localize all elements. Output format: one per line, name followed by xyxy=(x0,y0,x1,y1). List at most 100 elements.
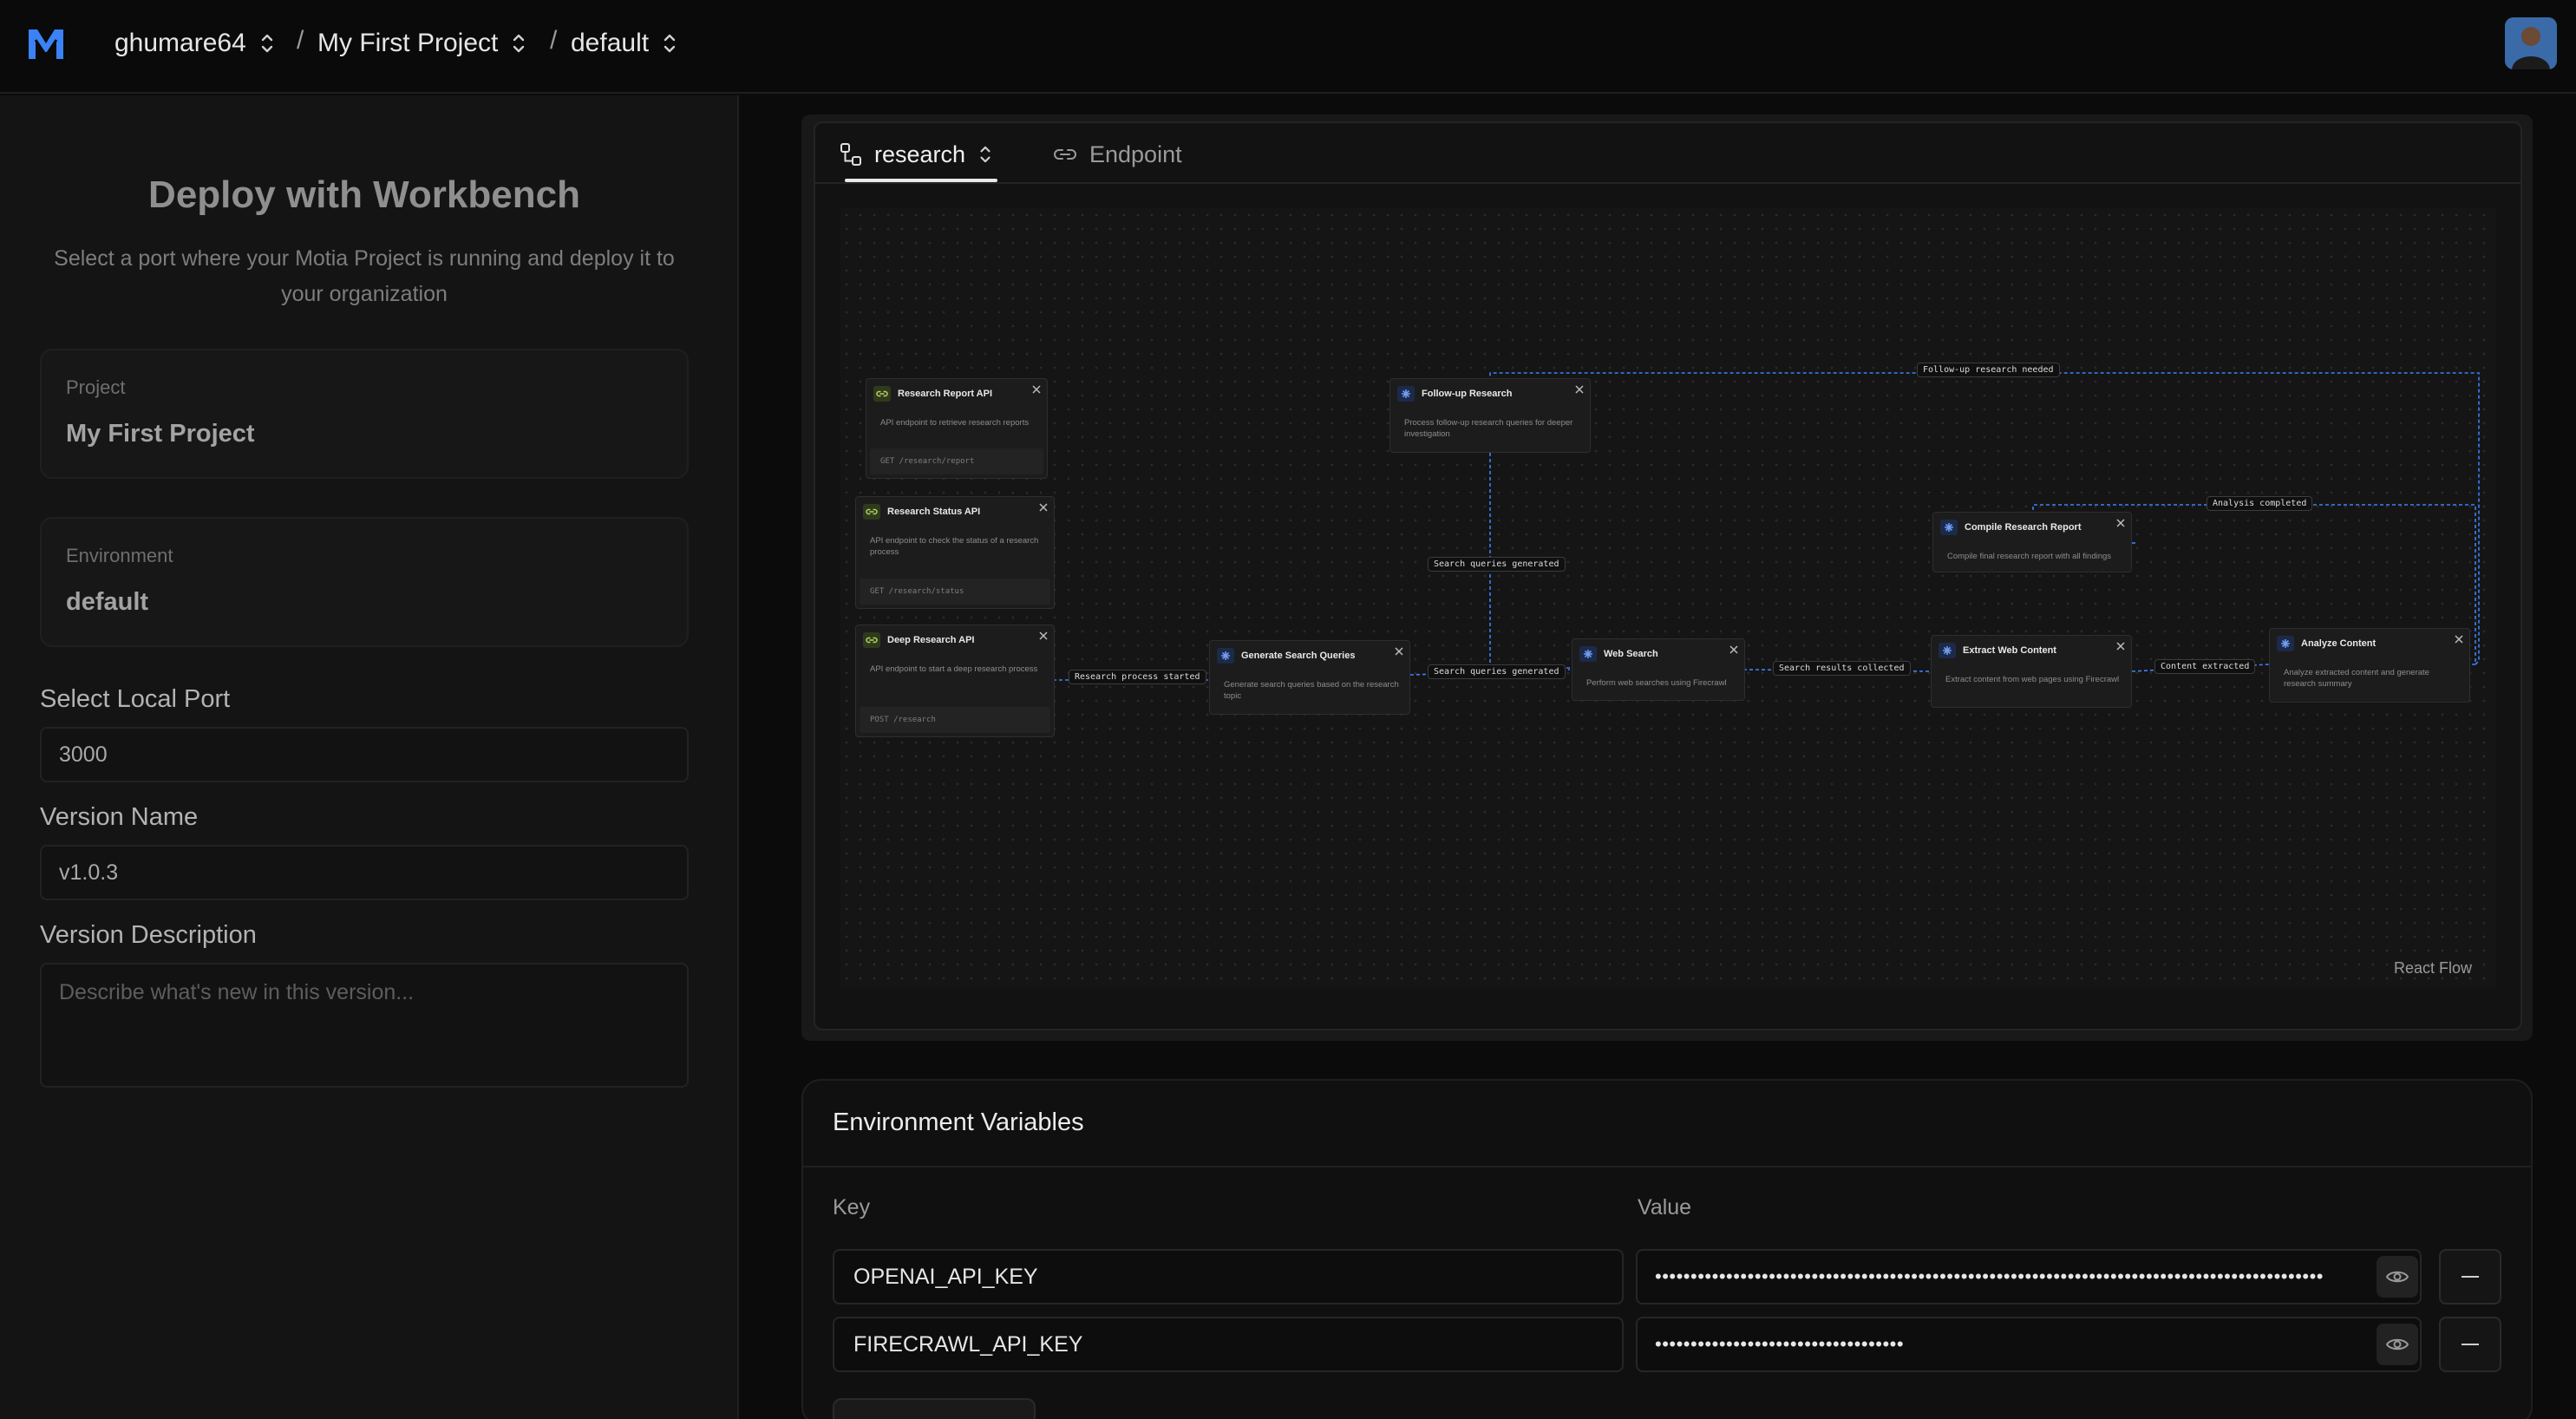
org-name: ghumare64 xyxy=(114,29,246,57)
env-key-input[interactable]: FIRECRAWL_API_KEY xyxy=(833,1317,1624,1372)
node-title: Research Report API xyxy=(898,389,993,399)
api-link-icon xyxy=(863,504,880,520)
node-header: Web Search xyxy=(1579,646,1658,662)
node-title: Analyze Content xyxy=(2301,638,2377,649)
env-vars-divider xyxy=(803,1166,2531,1167)
workflow-icon xyxy=(840,143,861,166)
node-title: Extract Web Content xyxy=(1963,645,2056,656)
tab-endpoint-label: Endpoint xyxy=(1089,141,1182,167)
collapse-icon[interactable] xyxy=(1729,644,1739,655)
project-card-label: Project xyxy=(66,376,126,398)
collapse-icon[interactable] xyxy=(1574,384,1585,395)
node-header: Generate Search Queries xyxy=(1217,648,1355,664)
node-title: Deep Research API xyxy=(887,635,975,645)
collapse-icon[interactable] xyxy=(1038,502,1049,513)
collapse-icon[interactable] xyxy=(1038,631,1049,641)
collapse-icon[interactable] xyxy=(1394,646,1404,657)
edge-label-results-collected: Search results collected xyxy=(1773,661,1911,676)
top-bar: ghumare64 / My First Project / default xyxy=(0,0,2576,94)
node-description: API endpoint to retrieve research report… xyxy=(880,418,1030,428)
user-avatar[interactable] xyxy=(2505,17,2557,69)
active-tab-indicator xyxy=(845,179,997,182)
environment-card-value: default xyxy=(66,588,149,616)
chevron-up-down-icon xyxy=(664,34,676,53)
node-title: Follow-up Research xyxy=(1422,389,1513,399)
env-value-input[interactable]: ••••••••••••••••••••••••••••••••••••••••… xyxy=(1636,1249,2422,1305)
version-description-label: Version Description xyxy=(40,921,257,949)
react-flow-attribution[interactable]: React Flow xyxy=(2394,959,2472,978)
edge-label-content-extracted: Content extracted xyxy=(2154,659,2256,674)
node-followup-research[interactable]: Follow-up Research Process follow-up res… xyxy=(1389,378,1591,453)
node-web-search[interactable]: Web Search Perform web searches using Fi… xyxy=(1572,638,1745,701)
eye-icon xyxy=(2386,1271,2409,1283)
node-analyze-content[interactable]: Analyze Content Analyze extracted conten… xyxy=(2269,628,2470,703)
eye-icon xyxy=(2386,1338,2409,1350)
avatar-image xyxy=(2505,17,2557,69)
node-research-status-api[interactable]: Research Status API API endpoint to chec… xyxy=(855,496,1055,609)
environment-selector[interactable]: default xyxy=(571,24,678,62)
collapse-icon[interactable] xyxy=(2115,518,2126,528)
event-icon xyxy=(1940,520,1958,535)
tab-research[interactable]: research xyxy=(840,137,993,172)
environment-card: Environment default xyxy=(40,517,689,647)
node-deep-research-api[interactable]: Deep Research API API endpoint to start … xyxy=(855,624,1055,737)
remove-variable-button[interactable] xyxy=(2439,1249,2501,1305)
tab-research-label: research xyxy=(874,141,966,167)
project-card-value: My First Project xyxy=(66,420,255,448)
edge-label-queries-generated: Search queries generated xyxy=(1428,557,1566,572)
tab-endpoint[interactable]: Endpoint xyxy=(1053,137,1182,172)
node-header: Research Status API xyxy=(863,504,980,520)
org-selector[interactable]: ghumare64 xyxy=(114,24,276,62)
project-selector[interactable]: My First Project xyxy=(317,24,527,62)
value-column-header: Value xyxy=(1638,1195,1692,1220)
project-card: Project My First Project xyxy=(40,349,689,479)
motia-logo-icon[interactable] xyxy=(26,26,66,62)
node-description: Generate search queries based on the res… xyxy=(1224,680,1399,701)
event-icon xyxy=(1397,386,1415,402)
collapse-icon[interactable] xyxy=(2454,634,2464,644)
node-compile-research-report[interactable]: Compile Research Report Compile final re… xyxy=(1932,512,2132,572)
api-link-icon xyxy=(873,386,891,402)
api-link-icon xyxy=(863,632,880,648)
event-icon xyxy=(1217,648,1234,664)
version-name-input[interactable]: v1.0.3 xyxy=(40,845,689,900)
link-icon xyxy=(1054,149,1076,160)
node-header: Extract Web Content xyxy=(1939,643,2056,658)
env-value-input[interactable]: ••••••••••••••••••••••••••••••••••• xyxy=(1636,1317,2422,1372)
event-icon xyxy=(1939,643,1956,658)
key-column-header: Key xyxy=(833,1195,871,1220)
minus-icon xyxy=(2462,1276,2479,1278)
edge-label-queries-generated: Search queries generated xyxy=(1428,664,1566,679)
env-key-input[interactable]: OPENAI_API_KEY xyxy=(833,1249,1624,1305)
edge-label-process-started: Research process started xyxy=(1069,670,1206,684)
event-icon xyxy=(1579,646,1597,662)
port-input[interactable]: 3000 xyxy=(40,727,689,782)
node-description: Analyze extracted content and generate r… xyxy=(2284,668,2429,689)
node-generate-search-queries[interactable]: Generate Search Queries Generate search … xyxy=(1209,640,1410,715)
add-variable-button[interactable] xyxy=(833,1398,1036,1419)
collapse-icon[interactable] xyxy=(1031,384,1042,395)
env-vars-title: Environment Variables xyxy=(833,1108,1084,1136)
collapse-icon[interactable] xyxy=(2115,641,2126,651)
toggle-visibility-button[interactable] xyxy=(2377,1324,2418,1365)
node-research-report-api[interactable]: Research Report API API endpoint to retr… xyxy=(866,378,1048,479)
node-extract-web-content[interactable]: Extract Web Content Extract content from… xyxy=(1931,635,2132,708)
node-description: API endpoint to start a deep research pr… xyxy=(870,664,1038,674)
event-icon xyxy=(2277,636,2294,651)
version-description-input[interactable]: Describe what's new in this version... xyxy=(40,963,689,1088)
remove-variable-button[interactable] xyxy=(2439,1317,2501,1372)
environment-name: default xyxy=(571,29,650,57)
flow-canvas[interactable] xyxy=(840,208,2496,989)
chevron-up-down-icon xyxy=(261,34,272,53)
edge-label-followup-needed: Follow-up research needed xyxy=(1917,363,2060,377)
breadcrumb-separator: / xyxy=(297,26,304,55)
node-route: GET /research/status xyxy=(860,579,1050,605)
node-title: Research Status API xyxy=(887,507,981,517)
node-description: Compile final research report with all f… xyxy=(1947,552,2112,561)
version-name-label: Version Name xyxy=(40,803,199,831)
deploy-title: Deploy with Workbench xyxy=(148,173,580,216)
chevron-up-down-icon xyxy=(513,34,525,53)
breadcrumb-separator: / xyxy=(550,26,558,55)
node-header: Deep Research API xyxy=(863,632,974,648)
toggle-visibility-button[interactable] xyxy=(2377,1256,2418,1298)
